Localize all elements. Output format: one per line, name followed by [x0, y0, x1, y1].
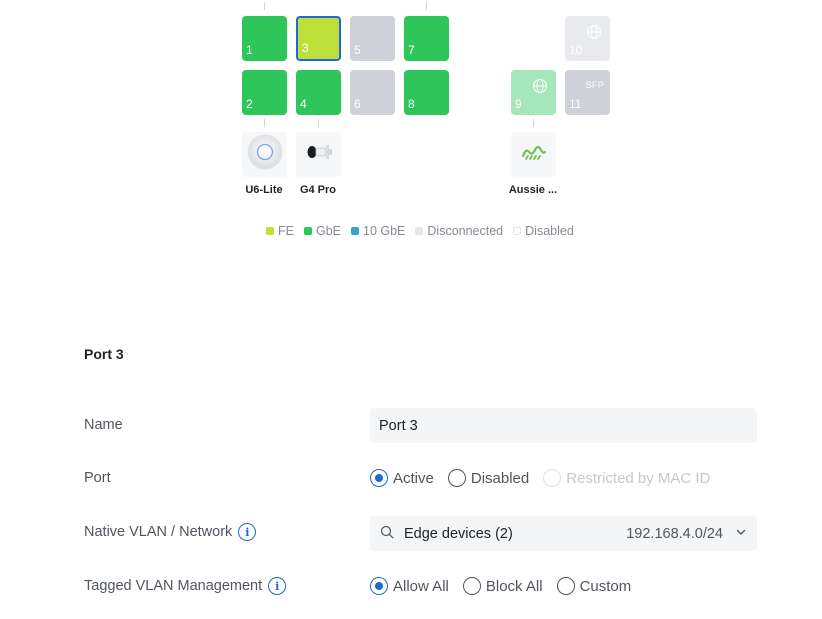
native-vlan-label-text: Native VLAN / Network [84, 524, 233, 540]
port-10[interactable]: 10 [565, 16, 610, 61]
legend-swatch [513, 227, 522, 235]
legend-item-disconnected: Disconnected [415, 224, 503, 238]
radio-indicator [556, 577, 575, 595]
legend-item-10gbe: 10 GbE [351, 224, 405, 238]
radio-indicator [370, 577, 388, 595]
globe-icon [532, 78, 548, 99]
radio-label: Disabled [470, 469, 530, 487]
radio-label: Allow All [393, 577, 449, 595]
port-number: 7 [408, 43, 415, 57]
legend-item-disabled: Disabled [513, 224, 574, 238]
port-connector-line [264, 119, 265, 127]
port-number: 3 [302, 41, 309, 55]
search-icon [380, 525, 394, 543]
isp-logo-icon [520, 142, 548, 167]
port-number: 11 [569, 97, 582, 111]
tagged-custom-radio[interactable]: Custom [556, 577, 632, 595]
info-icon[interactable]: i [268, 577, 287, 595]
legend-label: GbE [315, 224, 341, 238]
access-point-icon [246, 133, 284, 176]
port-9[interactable]: 9 [511, 70, 556, 115]
port-8[interactable]: 8 [404, 70, 449, 115]
port-11[interactable]: SFP 11 [565, 70, 610, 115]
device-aussie[interactable] [511, 132, 556, 177]
port-label-text: Port [84, 470, 111, 486]
radio-label: Block All [485, 577, 543, 595]
port-7[interactable]: 7 [404, 16, 449, 61]
legend-item-gbe: GbE [303, 224, 341, 238]
legend-label: Disabled [525, 224, 574, 238]
device-label: U6-Lite [245, 184, 283, 196]
native-vlan-subnet: 192.168.4.0/24 [626, 525, 723, 542]
port-settings-title: Port 3 [84, 346, 124, 362]
port-5[interactable]: 5 [350, 16, 395, 61]
tagged-vlan-label: Tagged VLAN Management i [84, 577, 287, 595]
port-state-disabled-radio[interactable]: Disabled [447, 469, 530, 487]
port-state-radio-group: Active Disabled Restricted by MAC ID [370, 469, 710, 487]
radio-indicator [370, 469, 388, 487]
tagged-vlan-label-text: Tagged VLAN Management [84, 578, 263, 594]
radio-label: Restricted by MAC ID [566, 469, 711, 487]
radio-indicator [462, 577, 481, 595]
native-vlan-select[interactable]: Edge devices (2) 192.168.4.0/24 [370, 516, 757, 551]
tagged-block-all-radio[interactable]: Block All [462, 577, 543, 595]
port-connector-line [318, 119, 319, 127]
radio-label: Active [393, 469, 434, 487]
legend-item-fe: FE [266, 224, 294, 238]
port-connector-line [264, 2, 265, 10]
sfp-label: SFP [585, 80, 604, 90]
legend-label: Disconnected [427, 224, 504, 238]
port-6[interactable]: 6 [350, 70, 395, 115]
port-number: 2 [246, 97, 253, 111]
native-vlan-label: Native VLAN / Network i [84, 523, 257, 541]
port-name-input[interactable] [370, 408, 757, 443]
port-number: 4 [300, 97, 307, 111]
port-number: 1 [246, 43, 253, 57]
legend-swatch [266, 227, 274, 235]
name-label: Name [84, 417, 123, 433]
info-icon[interactable]: i [238, 523, 257, 541]
radio-indicator [543, 469, 562, 487]
radio-indicator [447, 469, 466, 487]
port-number: 5 [354, 43, 361, 57]
port-connector-line [533, 119, 534, 127]
port-4[interactable]: 4 [296, 70, 341, 115]
chevron-down-icon [735, 526, 747, 542]
native-vlan-value: Edge devices (2) [404, 525, 513, 542]
legend-swatch [415, 227, 424, 235]
port-number: 6 [354, 97, 361, 111]
port-3[interactable]: 3 [296, 16, 341, 61]
legend-swatch [351, 227, 359, 235]
port-1[interactable]: 1 [242, 16, 287, 61]
legend-label: FE [278, 224, 294, 238]
device-label: Aussie ... [508, 184, 558, 196]
port-number: 9 [515, 97, 522, 111]
camera-icon [301, 140, 337, 169]
port-state-mac-radio: Restricted by MAC ID [543, 469, 710, 487]
port-2[interactable]: 2 [242, 70, 287, 115]
globe-icon [586, 24, 602, 45]
tagged-vlan-radio-group: Allow All Block All Custom [370, 577, 631, 595]
tagged-allow-all-radio[interactable]: Allow All [370, 577, 449, 595]
legend-label: 10 GbE [363, 224, 406, 238]
device-label: G4 Pro [299, 184, 337, 196]
port-number: 8 [408, 97, 415, 111]
device-u6-lite[interactable] [242, 132, 287, 177]
device-g4-pro[interactable] [296, 132, 341, 177]
radio-label: Custom [579, 577, 632, 595]
port-state-active-radio[interactable]: Active [370, 469, 434, 487]
legend-swatch [303, 227, 312, 235]
port-connector-line [426, 2, 427, 10]
port-legend: FE GbE 10 GbE Disconnected Disabled [266, 224, 574, 238]
port-label: Port [84, 470, 111, 486]
name-label-text: Name [84, 417, 123, 433]
port-number: 10 [569, 43, 583, 57]
